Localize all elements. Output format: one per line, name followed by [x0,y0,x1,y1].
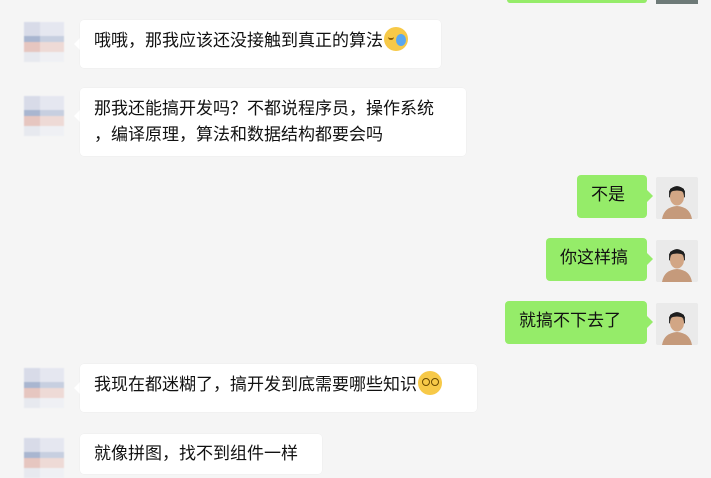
user-avatar-icon [656,303,698,345]
message-bubble[interactable]: 就搞不下去了 [505,301,647,344]
message-text: 你这样搞 [560,248,628,267]
message-text: 不是 [591,185,625,204]
message-text-line: ，编译原理，算法和数据结构都要会吗 [94,125,383,144]
user-avatar[interactable] [656,303,698,345]
message-bubble[interactable]: 哦哦，那我应该还没接触到真正的算法 [80,20,441,68]
message-bubble[interactable]: 我现在都迷糊了，搞开发到底需要哪些知识 [80,364,477,412]
message-bubble[interactable]: 那我还能搞开发吗？不都说程序员，操作系统 ，编译原理，算法和数据结构都要会吗 [80,88,466,156]
partial-user-avatar [656,0,698,4]
bubble-tail [647,190,653,202]
contact-avatar[interactable] [24,96,64,136]
message-text: 就搞不下去了 [519,311,621,330]
message-text: 哦哦，那我应该还没接触到真正的算法 [94,31,383,50]
contact-avatar[interactable] [24,22,64,62]
bubble-tail [647,253,653,265]
user-avatar-icon [656,240,698,282]
message-text-line: 那我还能搞开发吗？不都说程序员，操作系统 [94,99,434,118]
message-text: 就像拼图，找不到组件一样 [94,444,298,463]
message-bubble[interactable]: 不是 [577,175,647,218]
message-text: 我现在都迷糊了，搞开发到底需要哪些知识 [94,375,417,394]
user-avatar[interactable] [656,177,698,219]
user-avatar-icon [656,177,698,219]
chat-area: 哦哦，那我应该还没接触到真正的算法 那我还能搞开发吗？不都说程序员，操作系统 ，… [0,0,711,478]
message-bubble[interactable]: 你这样搞 [546,238,647,281]
dizzy-face-icon [418,371,442,395]
bubble-tail [647,316,653,328]
crying-laughing-face-icon [384,27,408,51]
contact-avatar[interactable] [24,438,64,478]
user-avatar[interactable] [656,240,698,282]
partial-right-bubble [507,0,647,3]
message-bubble[interactable]: 就像拼图，找不到组件一样 [80,434,322,474]
contact-avatar[interactable] [24,368,64,408]
